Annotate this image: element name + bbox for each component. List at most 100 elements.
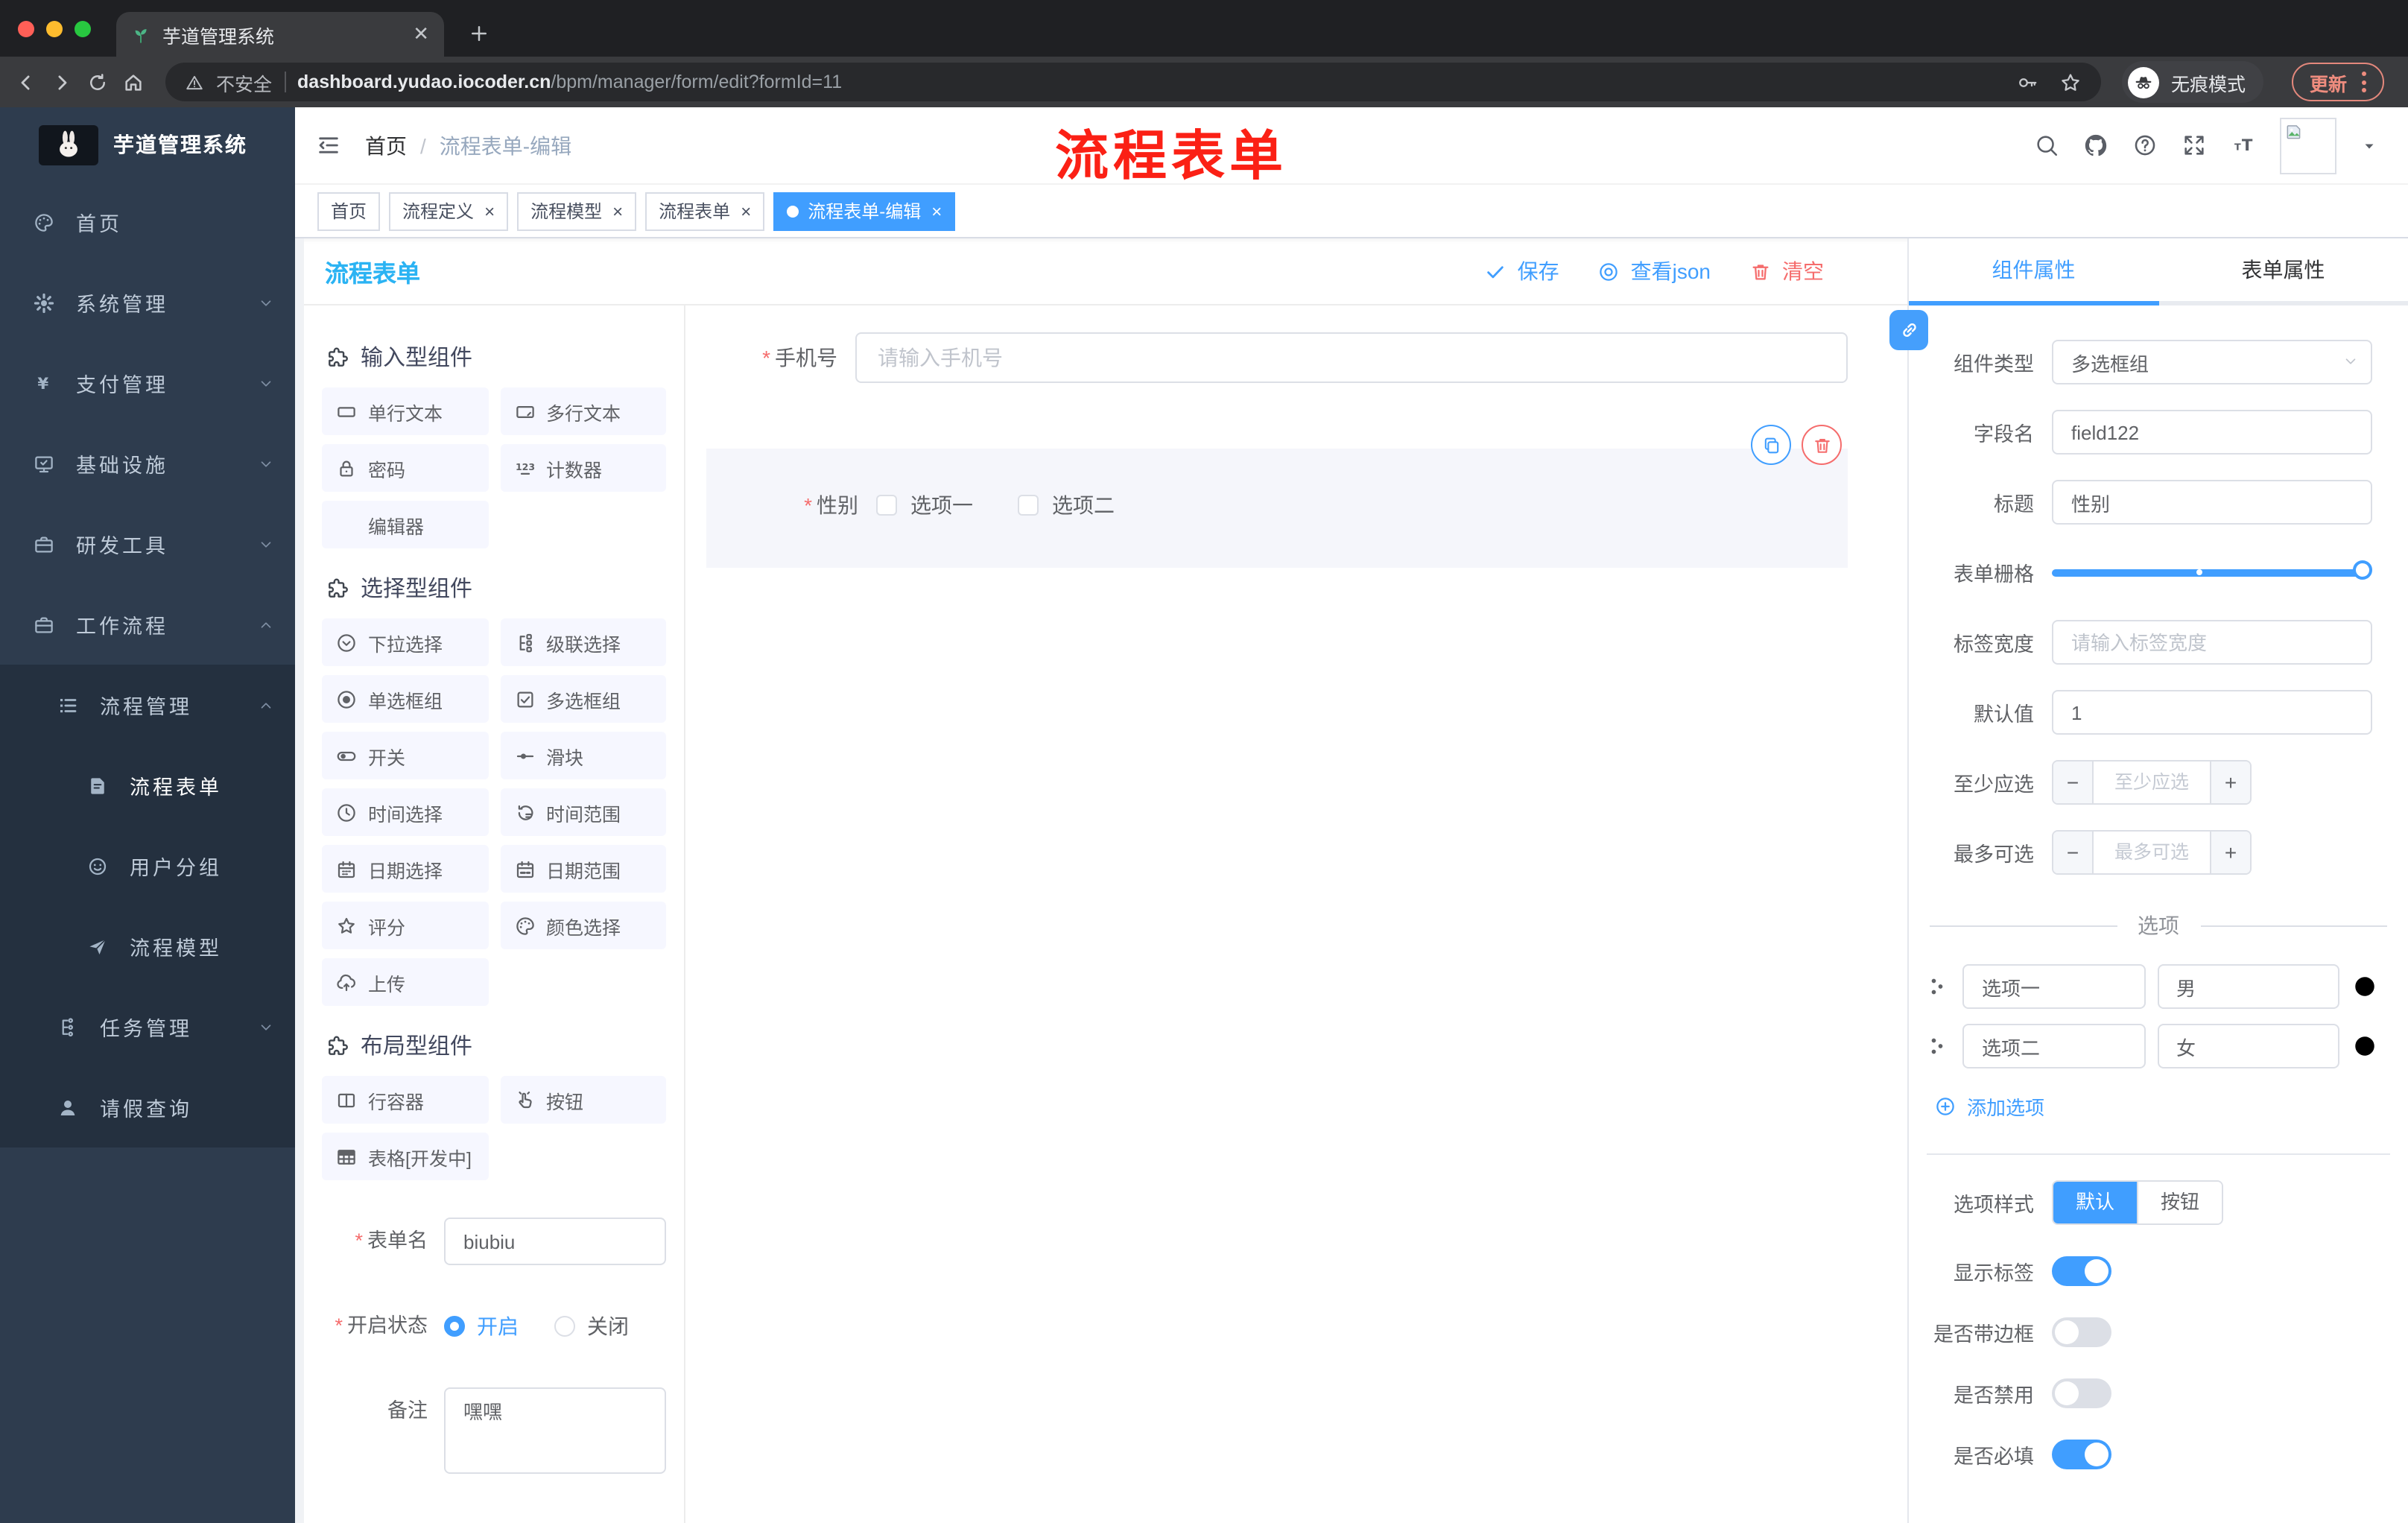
component-item[interactable]: 行容器 [322, 1076, 488, 1124]
save-button[interactable]: 保存 [1485, 256, 1559, 286]
form-grid-slider[interactable] [2052, 550, 2372, 595]
component-item[interactable]: 单行文本 [322, 387, 488, 435]
sidebar-item-user-group[interactable]: 用户分组 [0, 826, 295, 906]
component-item[interactable]: 日期范围 [500, 845, 666, 893]
page-tab[interactable]: 流程模型 × [517, 191, 637, 230]
remove-option-icon[interactable] [2351, 973, 2378, 1000]
new-tab-button[interactable] [468, 22, 490, 45]
title-input[interactable] [2052, 480, 2372, 525]
tab-close-icon[interactable]: × [612, 202, 623, 220]
component-item[interactable]: 滑块 [500, 732, 666, 779]
component-type-select[interactable] [2052, 340, 2372, 384]
component-item[interactable]: 评分 [322, 902, 488, 949]
required-toggle[interactable] [2052, 1440, 2111, 1469]
sidebar-item-process-mgmt[interactable]: 流程管理 [0, 665, 295, 745]
component-item[interactable]: 日期选择 [322, 845, 488, 893]
browser-menu-icon[interactable] [2362, 72, 2366, 92]
home-icon[interactable] [122, 71, 145, 93]
status-radio-on[interactable]: 开启 [444, 1311, 519, 1341]
github-icon[interactable] [2083, 133, 2108, 158]
form-canvas[interactable]: *手机号 *性别 [685, 305, 1907, 1523]
fullscreen-icon[interactable] [2182, 133, 2207, 158]
min-select-input[interactable] [2094, 762, 2210, 803]
component-item[interactable]: 表格[开发中] [322, 1133, 488, 1180]
minus-icon[interactable]: − [2053, 762, 2094, 803]
forward-icon[interactable] [51, 71, 73, 93]
plus-icon[interactable]: + [2210, 762, 2250, 803]
option-value-input[interactable] [2157, 1024, 2339, 1068]
drag-handle-icon[interactable] [1924, 973, 1951, 1000]
slider-handle[interactable] [2353, 560, 2372, 579]
plus-icon[interactable]: + [2210, 832, 2250, 873]
tab-close-icon[interactable]: × [484, 202, 495, 220]
field-name-input[interactable] [2052, 410, 2372, 455]
page-tab[interactable]: 流程表单-编辑 × [773, 191, 956, 230]
checkbox-option[interactable]: 选项一 [876, 490, 973, 520]
max-select-input[interactable] [2094, 832, 2210, 873]
sidebar-item-system[interactable]: 系统管理 [0, 262, 295, 343]
sidebar-item-process-form[interactable]: 流程表单 [0, 745, 295, 826]
sidebar-item-devtools[interactable]: 研发工具 [0, 504, 295, 584]
password-key-icon[interactable] [2016, 71, 2038, 93]
page-tab[interactable]: 流程定义 × [389, 191, 509, 230]
clear-button[interactable]: 清空 [1749, 256, 1824, 286]
minimize-window-button[interactable] [46, 21, 63, 37]
tab-component-props[interactable]: 组件属性 [1909, 238, 2158, 305]
component-item[interactable]: 密码 [322, 444, 488, 492]
sidebar-collapse-icon[interactable] [316, 133, 341, 158]
component-item[interactable]: 单选框组 [322, 675, 488, 723]
show-label-toggle[interactable] [2052, 1256, 2111, 1286]
form-name-input[interactable] [444, 1218, 666, 1265]
component-item[interactable]: 开关 [322, 732, 488, 779]
add-option-button[interactable]: 添加选项 [1934, 1092, 2408, 1121]
sidebar-item-payment[interactable]: 支付管理 [0, 343, 295, 423]
component-item[interactable]: 下拉选择 [322, 618, 488, 666]
reload-icon[interactable] [86, 71, 109, 93]
option-style-default[interactable]: 默认 [2053, 1182, 2138, 1223]
phone-input[interactable] [855, 332, 1848, 383]
component-item[interactable]: 编辑器 [322, 501, 488, 548]
component-item[interactable]: 计数器 [500, 444, 666, 492]
component-item[interactable]: 上传 [322, 958, 488, 1006]
delete-component-button[interactable] [1802, 425, 1842, 465]
chrome-update-button[interactable]: 更新 [2291, 63, 2384, 101]
tab-close-icon[interactable]: × [741, 202, 751, 220]
sidebar-item-task-mgmt[interactable]: 任务管理 [0, 987, 295, 1067]
address-bar[interactable]: 不安全 dashboard.yudao.iocoder.cn/bpm/manag… [165, 63, 2101, 101]
maximize-window-button[interactable] [75, 21, 91, 37]
component-item[interactable]: 级联选择 [500, 618, 666, 666]
sidebar-item-home[interactable]: 首页 [0, 182, 295, 262]
help-icon[interactable] [2132, 133, 2158, 158]
avatar[interactable] [2280, 117, 2336, 174]
breadcrumb-home[interactable]: 首页 [365, 130, 407, 160]
sidebar-item-workflow[interactable]: 工作流程 [0, 584, 295, 665]
disabled-toggle[interactable] [2052, 1378, 2111, 1408]
canvas-field-gender-selected[interactable]: * 性别 选项一 选项二 [706, 425, 1848, 568]
bookmark-star-icon[interactable] [2059, 71, 2082, 93]
option-label-input[interactable] [1962, 1024, 2145, 1068]
status-radio-off[interactable]: 关闭 [554, 1311, 629, 1341]
component-item[interactable]: 多选框组 [500, 675, 666, 723]
drag-handle-icon[interactable] [1924, 1033, 1951, 1060]
default-value-input[interactable] [2052, 690, 2372, 735]
component-item[interactable]: 颜色选择 [500, 902, 666, 949]
component-item[interactable]: 按钮 [500, 1076, 666, 1124]
checkbox-box[interactable] [876, 495, 897, 516]
sidebar-item-infrastructure[interactable]: 基础设施 [0, 423, 295, 504]
back-icon[interactable] [15, 71, 37, 93]
tab-form-props[interactable]: 表单属性 [2158, 238, 2408, 305]
link-button[interactable] [1889, 310, 1928, 350]
slider-track[interactable] [2052, 560, 2372, 579]
component-type-value[interactable] [2052, 340, 2372, 384]
sidebar-item-process-model[interactable]: 流程模型 [0, 906, 295, 987]
checkbox-option[interactable]: 选项二 [1018, 490, 1115, 520]
remove-option-icon[interactable] [2351, 1033, 2378, 1060]
sidebar-item-leave-query[interactable]: 请假查询 [0, 1067, 295, 1147]
option-label-input[interactable] [1962, 964, 2145, 1009]
option-style-button[interactable]: 按钮 [2137, 1182, 2222, 1223]
page-tab[interactable]: 流程表单 × [645, 191, 765, 230]
page-tab[interactable]: 首页 [317, 191, 381, 230]
search-icon[interactable] [2034, 133, 2059, 158]
component-item[interactable]: 时间范围 [500, 788, 666, 836]
minus-icon[interactable]: − [2053, 832, 2094, 873]
